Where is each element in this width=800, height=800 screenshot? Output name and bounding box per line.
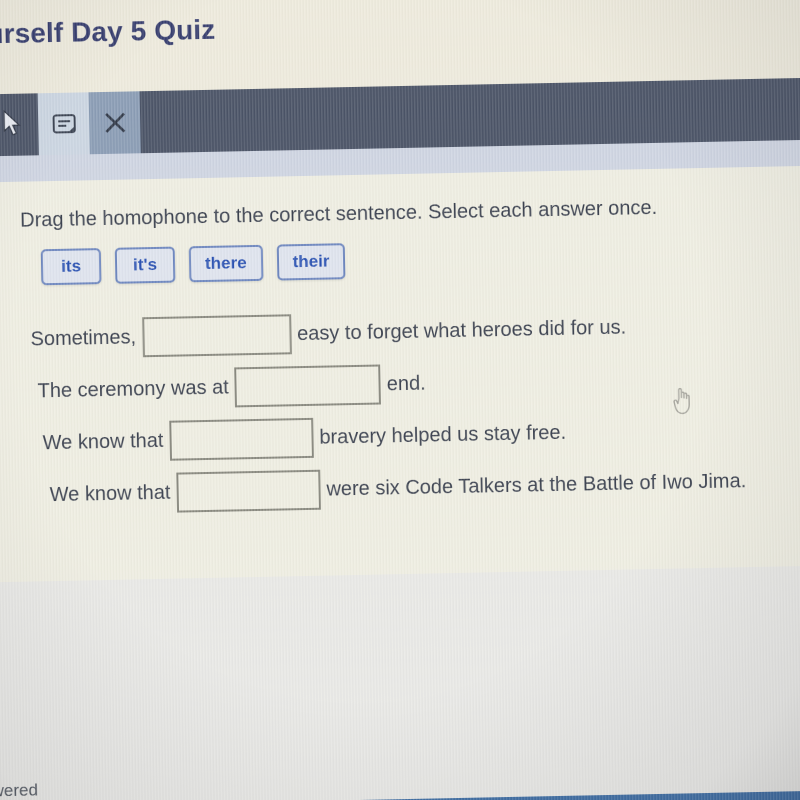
quiz-content-panel: Drag the homophone to the correct senten… [0,165,800,583]
sentence-3-dropzone[interactable] [169,417,314,461]
sentence-2-dropzone[interactable] [234,364,382,408]
note-tool-button[interactable] [37,92,90,156]
quiz-sentence-3: We know that bravery helped us stay free… [42,413,566,464]
close-x-icon [101,110,128,137]
quiz-sentence-1: Sometimes, easy to forget what heroes di… [30,308,626,360]
draggable-chip-its[interactable]: its [40,248,102,286]
sentence-3-prefix: We know that [42,429,164,454]
draggable-chip-its-apostrophe[interactable]: it's [114,246,176,284]
lower-panel [0,565,800,800]
sentence-2-suffix: end. [386,372,426,395]
close-button[interactable] [88,91,141,155]
sentence-2-prefix: The ceremony was at [37,376,229,402]
screen-surface: urself Day 5 Quiz Drag the homophone to … [0,0,800,800]
quiz-sentence-4: We know that were six Code Talkers at th… [49,461,746,515]
status-text: wered [0,780,39,800]
sticky-note-icon [50,112,76,137]
sentence-1-prefix: Sometimes, [30,325,137,350]
draggable-chip-their[interactable]: their [276,243,346,281]
sentence-1-dropzone[interactable] [141,314,292,358]
draggable-chip-there[interactable]: there [188,244,263,283]
screenshot-root: urself Day 5 Quiz Drag the homophone to … [0,0,800,800]
sentence-4-prefix: We know that [49,481,171,506]
homophone-chip-row: its it's there their [40,243,346,286]
pointer-arrow-icon [2,109,25,138]
sentence-3-suffix: bravery helped us stay free. [319,421,567,449]
pointing-hand-cursor-icon [670,384,697,417]
quiz-sentence-2: The ceremony was at end. [37,364,426,412]
sentence-4-suffix: were six Code Talkers at the Battle of I… [326,469,747,501]
page-title: urself Day 5 Quiz [0,13,216,50]
sentence-1-suffix: easy to forget what heroes did for us. [296,316,627,345]
sentence-4-dropzone[interactable] [176,469,321,513]
instruction-text: Drag the homophone to the correct senten… [19,196,658,232]
